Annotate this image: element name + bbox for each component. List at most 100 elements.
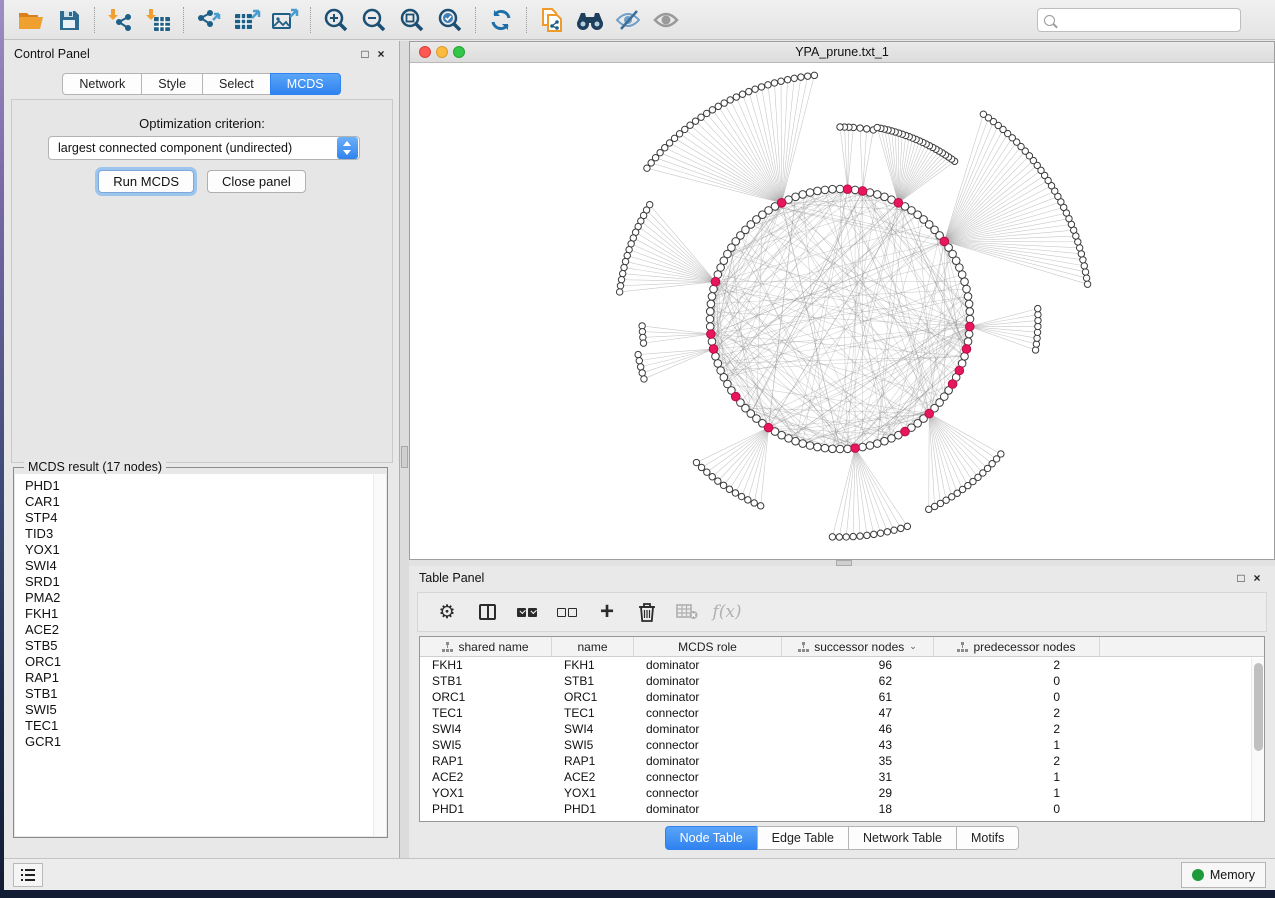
tab-edge-table[interactable]: Edge Table xyxy=(757,826,848,850)
table-cell[interactable]: ACE2 xyxy=(552,770,634,784)
table-cell[interactable]: ORC1 xyxy=(420,690,552,704)
leaf-node[interactable] xyxy=(771,80,777,86)
leaf-node[interactable] xyxy=(864,126,870,132)
table-cell[interactable]: 1 xyxy=(934,738,1100,752)
leaf-node[interactable] xyxy=(709,107,715,113)
float-panel-icon[interactable]: □ xyxy=(1233,571,1249,585)
leaf-node[interactable] xyxy=(891,527,897,533)
open-folder-icon[interactable] xyxy=(12,4,50,36)
graph-node[interactable] xyxy=(799,440,807,448)
graph-node[interactable] xyxy=(961,278,969,286)
zoom-out-icon[interactable] xyxy=(355,4,393,36)
table-cell[interactable]: PHD1 xyxy=(420,802,552,816)
leaf-node[interactable] xyxy=(616,289,622,295)
close-panel-icon[interactable]: × xyxy=(1249,571,1265,585)
leaf-node[interactable] xyxy=(804,73,810,79)
leaf-node[interactable] xyxy=(871,531,877,537)
export-image-icon[interactable] xyxy=(266,4,304,36)
table-cell[interactable]: 18 xyxy=(782,802,934,816)
leaf-node[interactable] xyxy=(715,103,721,109)
table-cell[interactable]: 61 xyxy=(782,690,934,704)
graph-node[interactable] xyxy=(966,308,974,316)
table-cell[interactable]: connector xyxy=(634,770,782,784)
mcds-node[interactable] xyxy=(711,277,720,286)
table-cell[interactable]: 29 xyxy=(782,786,934,800)
result-node[interactable]: ORC1 xyxy=(25,654,386,670)
refresh-icon[interactable] xyxy=(482,4,520,36)
leaf-node[interactable] xyxy=(621,264,627,270)
memory-button[interactable]: Memory xyxy=(1181,862,1266,888)
gear-icon[interactable]: ⚙ xyxy=(432,598,462,626)
table-cell[interactable]: 2 xyxy=(934,706,1100,720)
leaf-node[interactable] xyxy=(752,86,758,92)
table-cell[interactable]: 0 xyxy=(934,802,1100,816)
leaf-node[interactable] xyxy=(1081,263,1087,269)
splitter-handle[interactable] xyxy=(401,446,408,468)
result-node[interactable]: PMA2 xyxy=(25,590,386,606)
leaf-node[interactable] xyxy=(721,100,727,106)
leaf-node[interactable] xyxy=(618,276,624,282)
mcds-node[interactable] xyxy=(777,199,786,208)
leaf-node[interactable] xyxy=(791,75,797,81)
table-cell[interactable]: TEC1 xyxy=(552,706,634,720)
mcds-node[interactable] xyxy=(843,185,852,194)
leaf-node[interactable] xyxy=(1082,269,1088,275)
table-row[interactable]: TEC1TEC1connector472 xyxy=(420,705,1264,721)
tab-mcds[interactable]: MCDS xyxy=(270,73,341,95)
leaf-node[interactable] xyxy=(738,493,744,499)
leaf-node[interactable] xyxy=(746,88,752,94)
table-cell[interactable]: SWI4 xyxy=(420,722,552,736)
leaf-node[interactable] xyxy=(1078,251,1084,257)
result-node[interactable]: SWI4 xyxy=(25,558,386,574)
mcds-node[interactable] xyxy=(948,380,957,389)
leaf-node[interactable] xyxy=(636,358,642,364)
leaf-node[interactable] xyxy=(864,532,870,538)
table-cell[interactable]: dominator xyxy=(634,674,782,688)
close-panel-icon[interactable]: × xyxy=(373,47,389,61)
leaf-node[interactable] xyxy=(836,534,842,540)
network-canvas[interactable] xyxy=(410,63,1274,559)
show-eye-icon[interactable] xyxy=(647,4,685,36)
table-cell[interactable]: dominator xyxy=(634,802,782,816)
table-cell[interactable]: SWI5 xyxy=(552,738,634,752)
result-node[interactable]: RAP1 xyxy=(25,670,386,686)
table-cell[interactable]: 43 xyxy=(782,738,934,752)
result-node[interactable]: STB1 xyxy=(25,686,386,702)
table-row[interactable]: ACE2ACE2connector311 xyxy=(420,769,1264,785)
result-node[interactable]: STB5 xyxy=(25,638,386,654)
search-field[interactable] xyxy=(1037,8,1241,32)
table-row[interactable]: FKH1FKH1dominator962 xyxy=(420,657,1264,673)
graph-node[interactable] xyxy=(814,443,822,451)
leaf-node[interactable] xyxy=(998,451,1004,457)
graph-node[interactable] xyxy=(844,445,852,453)
leaf-node[interactable] xyxy=(1035,305,1041,311)
table-cell[interactable]: dominator xyxy=(634,722,782,736)
network-window-titlebar[interactable]: YPA_prune.txt_1 xyxy=(410,42,1274,63)
graph-node[interactable] xyxy=(873,191,881,199)
column-header-name[interactable]: name xyxy=(552,637,634,656)
leaf-node[interactable] xyxy=(1084,281,1090,287)
table-cell[interactable]: 46 xyxy=(782,722,934,736)
graph-node[interactable] xyxy=(881,193,889,201)
leaf-node[interactable] xyxy=(635,351,641,357)
leaf-node[interactable] xyxy=(751,500,757,506)
table-cell[interactable]: connector xyxy=(634,738,782,752)
column-header-predecessor-nodes[interactable]: predecessor nodes xyxy=(934,637,1100,656)
table-cell[interactable]: connector xyxy=(634,706,782,720)
leaf-node[interactable] xyxy=(703,110,709,116)
graph-node[interactable] xyxy=(806,189,814,197)
table-cell[interactable]: 47 xyxy=(782,706,934,720)
graph-node[interactable] xyxy=(706,315,714,323)
leaf-node[interactable] xyxy=(733,94,739,100)
mcds-node[interactable] xyxy=(858,187,867,196)
tab-style[interactable]: Style xyxy=(141,73,202,95)
result-node[interactable]: TEC1 xyxy=(25,718,386,734)
graph-node[interactable] xyxy=(851,186,859,194)
table-cell[interactable]: FKH1 xyxy=(552,658,634,672)
leaf-node[interactable] xyxy=(704,469,710,475)
close-window-icon[interactable] xyxy=(419,46,431,58)
graph-node[interactable] xyxy=(829,185,837,193)
leaf-node[interactable] xyxy=(617,283,623,289)
leaf-node[interactable] xyxy=(877,530,883,536)
leaf-node[interactable] xyxy=(715,478,721,484)
